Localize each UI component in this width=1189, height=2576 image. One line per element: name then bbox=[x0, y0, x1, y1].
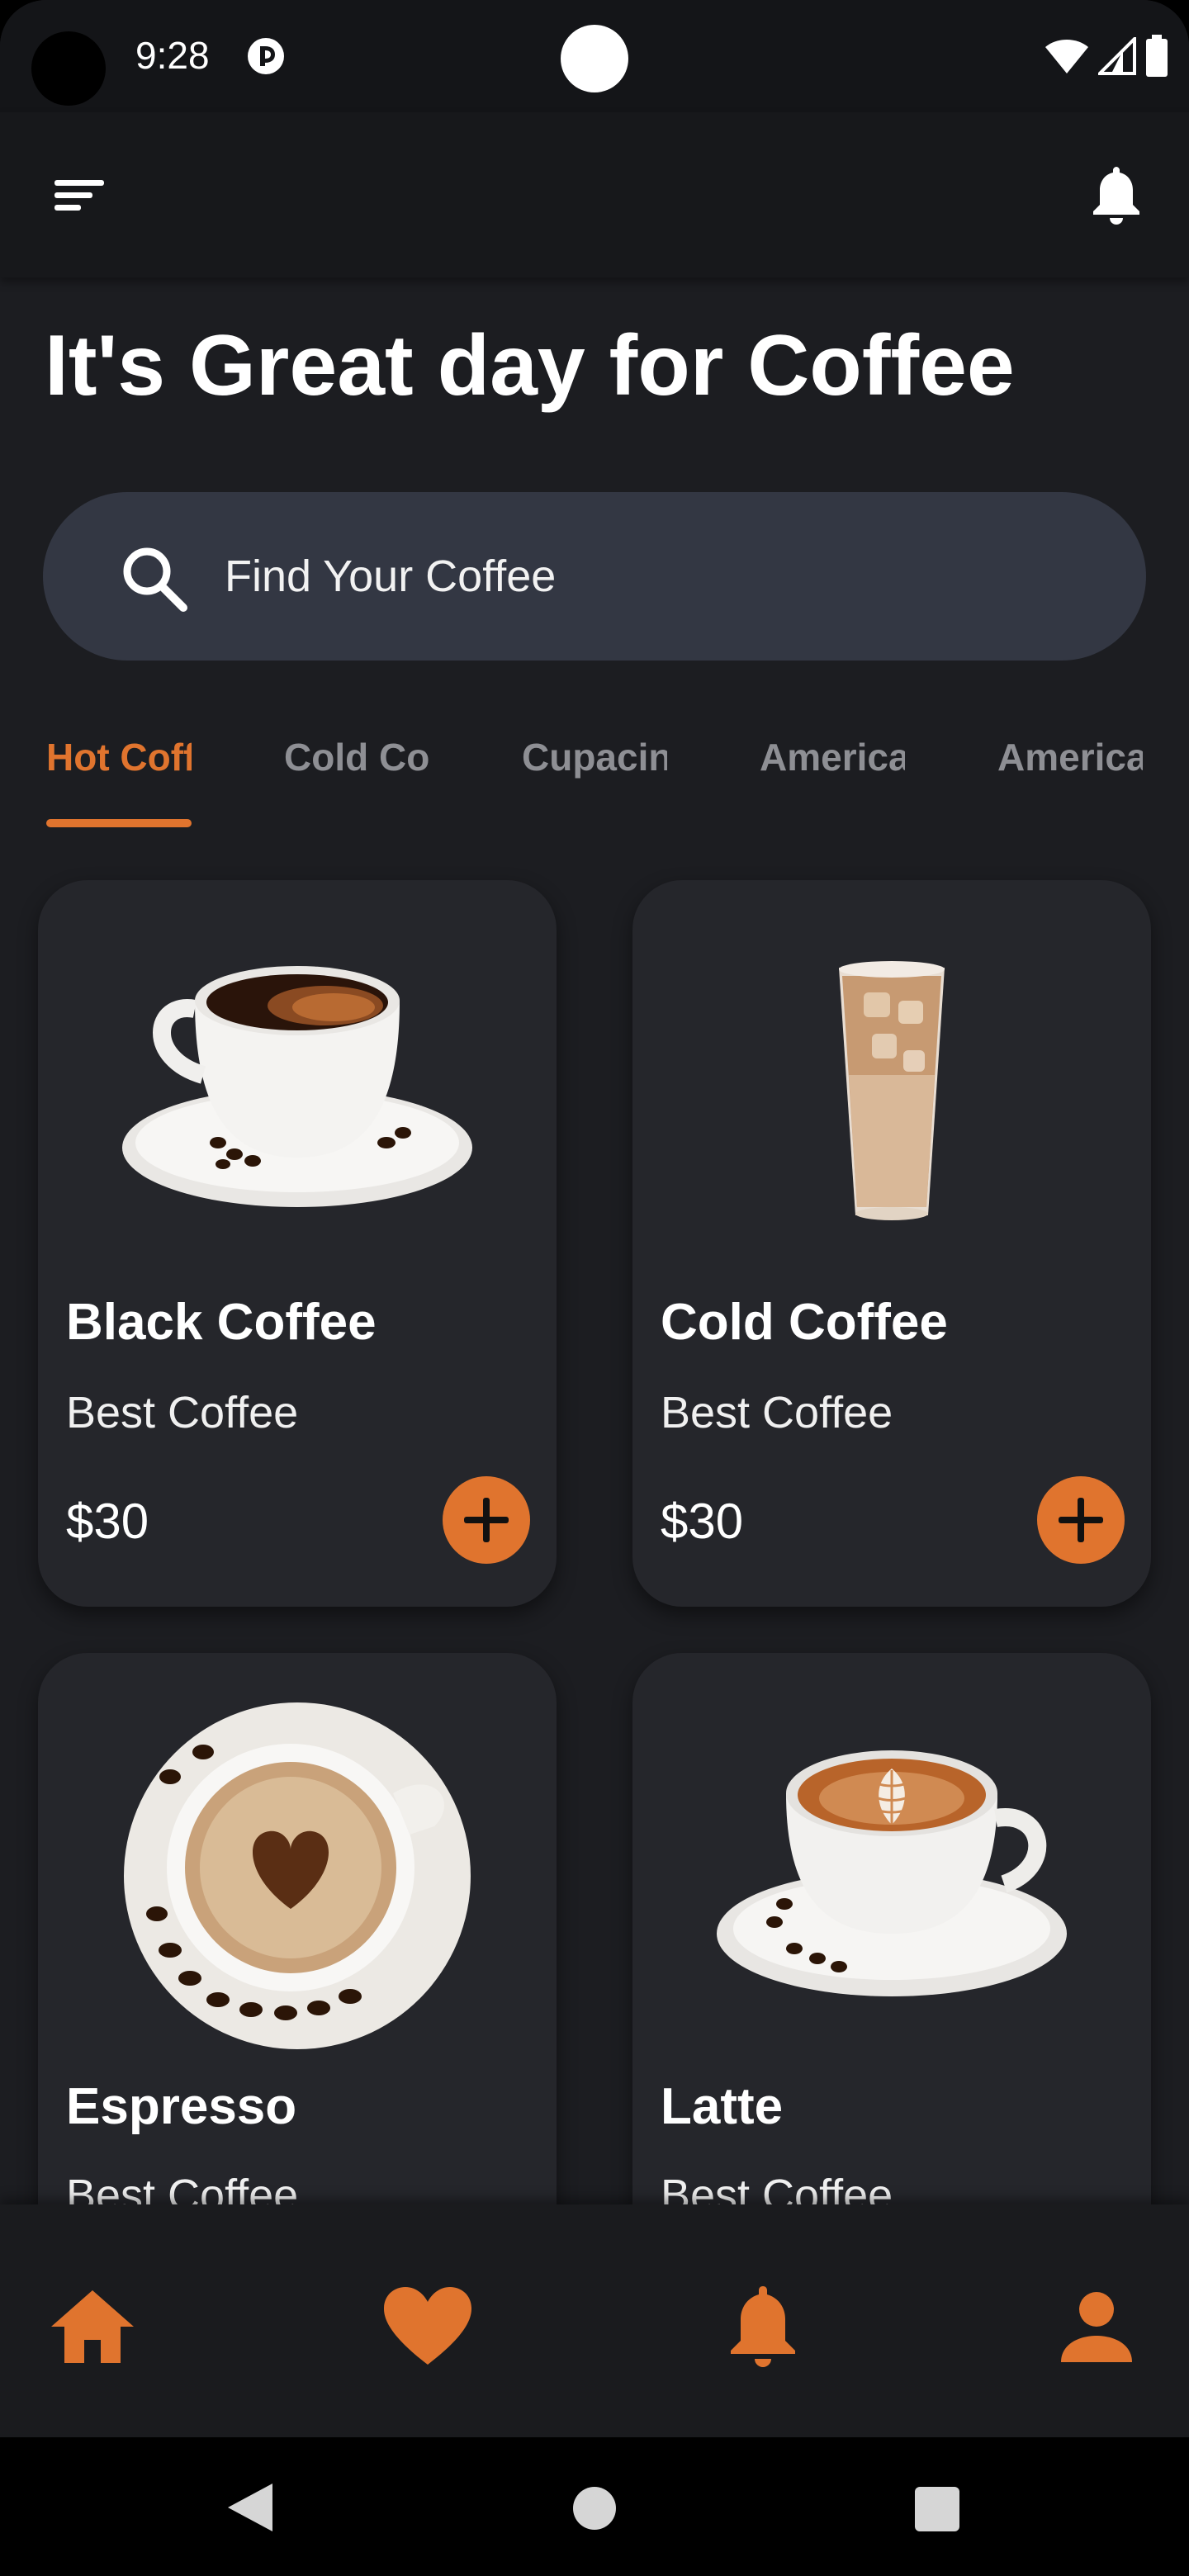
menu-icon[interactable] bbox=[48, 170, 111, 220]
search-input[interactable] bbox=[225, 545, 1050, 608]
app-notification-icon bbox=[248, 38, 284, 74]
product-card[interactable]: Cold Coffee Best Coffee $30 bbox=[632, 880, 1151, 1607]
battery-icon bbox=[1146, 35, 1168, 77]
product-name: Cold Coffee bbox=[661, 1294, 948, 1351]
home-button[interactable] bbox=[573, 2487, 616, 2530]
plus-icon bbox=[1059, 1498, 1103, 1542]
product-price: $30 bbox=[66, 1494, 149, 1549]
back-icon[interactable] bbox=[221, 2479, 279, 2536]
plus-icon bbox=[464, 1498, 509, 1542]
app-bar bbox=[0, 112, 1189, 277]
status-time: 9:28 bbox=[135, 34, 210, 77]
product-name: Espresso bbox=[66, 2078, 297, 2135]
product-subtitle: Best Coffee bbox=[66, 1388, 299, 1437]
tab-hot-coffee[interactable]: Hot Coffee bbox=[46, 735, 192, 817]
nav-home[interactable] bbox=[43, 2277, 142, 2376]
bottom-navigation bbox=[0, 2204, 1189, 2437]
status-icons bbox=[1044, 33, 1169, 79]
bell-icon bbox=[731, 2286, 795, 2367]
category-tabs: Hot Coffee Cold Coffee Cupacino American… bbox=[46, 727, 1153, 842]
add-to-cart-button[interactable] bbox=[443, 1476, 530, 1564]
nav-profile[interactable] bbox=[1047, 2277, 1146, 2376]
signal-icon bbox=[1098, 37, 1136, 75]
latte-image bbox=[717, 1750, 1067, 1996]
search-icon bbox=[123, 547, 187, 612]
heart-icon bbox=[384, 2287, 471, 2365]
camera-cutout bbox=[31, 31, 106, 106]
status-bar: 9:28 bbox=[0, 0, 1189, 112]
home-icon bbox=[51, 2290, 134, 2363]
product-card[interactable]: Black Coffee Best Coffee $30 bbox=[38, 880, 557, 1607]
espresso-image bbox=[124, 1702, 471, 2049]
active-tab-indicator bbox=[46, 819, 192, 827]
person-icon bbox=[1061, 2292, 1132, 2362]
app-screen: 9:28 It's Great day for Coffee Find Your… bbox=[0, 0, 1189, 2576]
nav-favorites[interactable] bbox=[378, 2277, 477, 2376]
nav-notifications[interactable] bbox=[713, 2277, 812, 2376]
bell-icon[interactable] bbox=[1085, 162, 1148, 228]
product-price: $30 bbox=[661, 1494, 744, 1549]
product-subtitle: Best Coffee bbox=[661, 1388, 893, 1437]
product-name: Black Coffee bbox=[66, 1294, 377, 1351]
add-to-cart-button[interactable] bbox=[1037, 1476, 1125, 1564]
wifi-icon bbox=[1045, 40, 1088, 73]
search-bar[interactable] bbox=[43, 492, 1146, 661]
tab-americano[interactable]: Americano bbox=[760, 735, 905, 817]
tab-cupacino[interactable]: Cupacino bbox=[522, 735, 667, 817]
product-name: Latte bbox=[661, 2078, 784, 2135]
page-title: It's Great day for Coffee bbox=[45, 318, 1015, 414]
iced-coffee-image bbox=[839, 961, 945, 1220]
tab-cold-coffee[interactable]: Cold Coffee bbox=[284, 735, 429, 817]
front-camera bbox=[561, 25, 628, 92]
system-navigation-bar bbox=[0, 2437, 1189, 2576]
black-coffee-image bbox=[122, 966, 472, 1207]
recent-apps-button[interactable] bbox=[915, 2487, 959, 2531]
tab-americano-2[interactable]: Americano bbox=[997, 735, 1143, 817]
